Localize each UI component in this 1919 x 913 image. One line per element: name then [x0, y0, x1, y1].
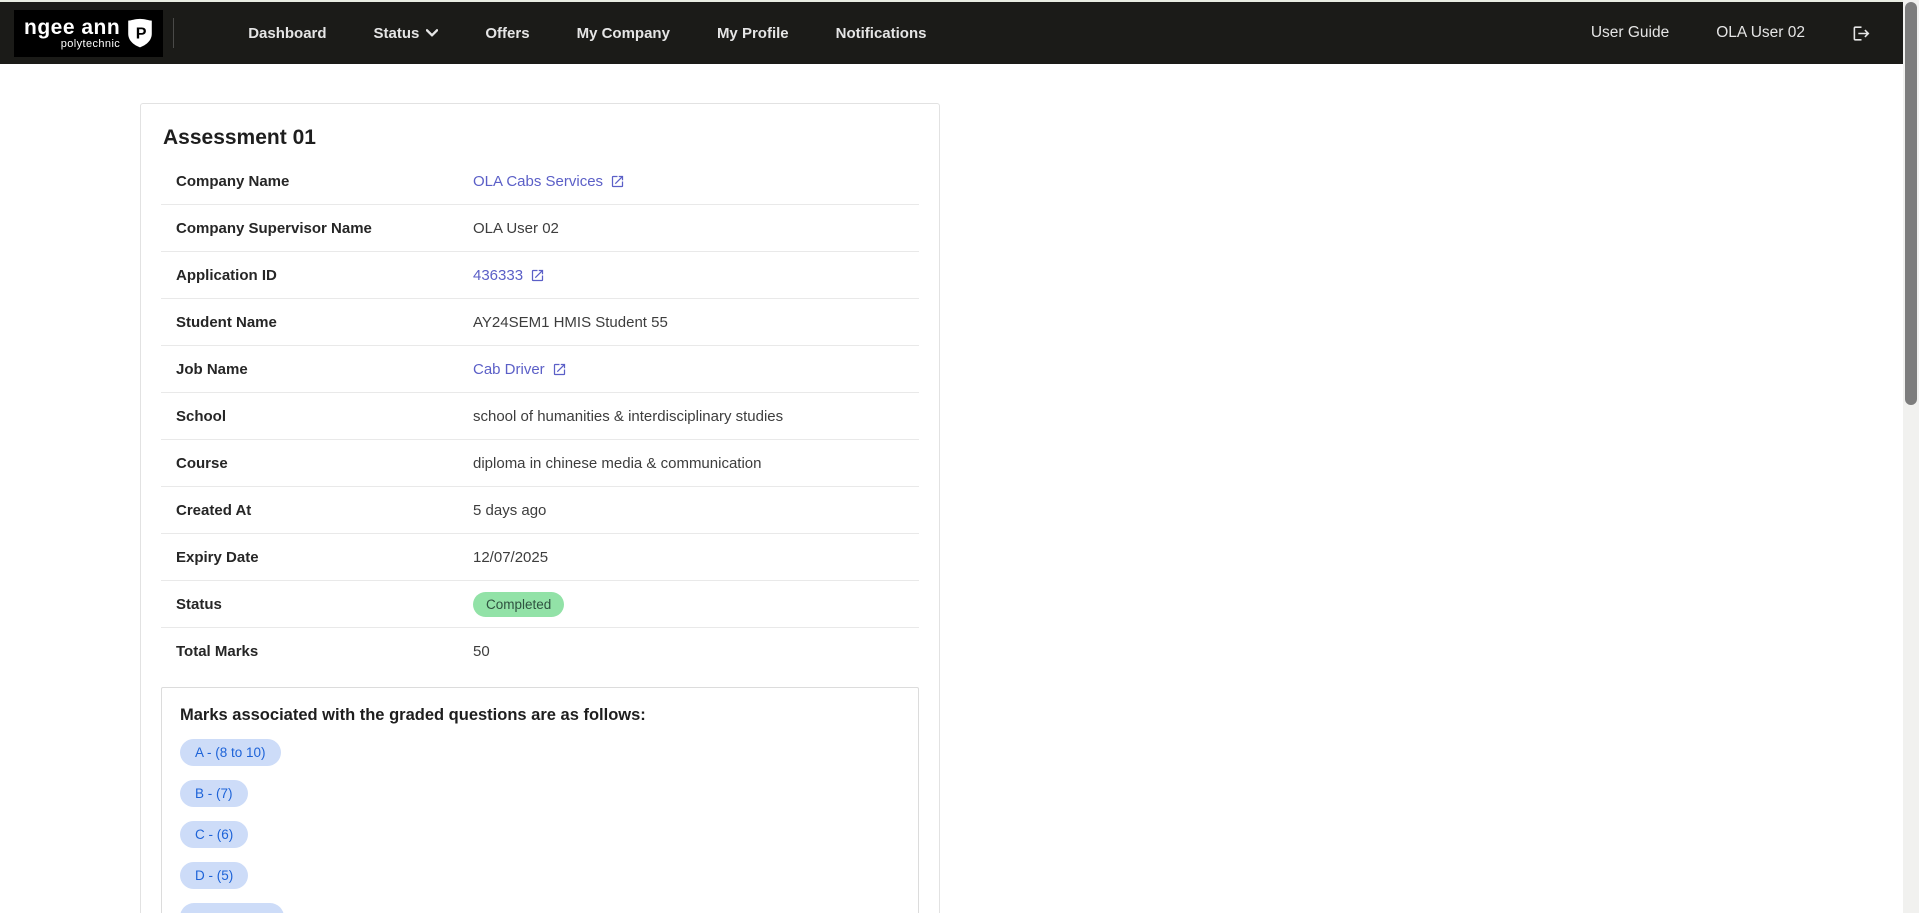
row-label: Company Name — [176, 173, 473, 190]
row-label: Job Name — [176, 361, 473, 378]
row-value: 5 days ago — [473, 502, 546, 519]
table-row-course: Coursediploma in chinese media & communi… — [161, 440, 919, 487]
marks-legend-heading: Marks associated with the graded questio… — [180, 706, 898, 725]
chevron-down-icon — [426, 29, 438, 37]
row-value: 12/07/2025 — [473, 549, 548, 566]
row-value: AY24SEM1 HMIS Student 55 — [473, 314, 668, 331]
row-value: school of humanities & interdisciplinary… — [473, 408, 783, 425]
ngee-ann-logo[interactable]: ngee ann polytechnic P — [14, 10, 163, 57]
mark-pill-partial — [180, 903, 284, 913]
row-label: Company Supervisor Name — [176, 220, 473, 237]
nav-item-notifications[interactable]: Notifications — [836, 25, 927, 42]
row-label: Course — [176, 455, 473, 472]
mark-pill-a-8-to-10: A - (8 to 10) — [180, 739, 281, 766]
table-row-total-marks: Total Marks50 — [161, 628, 919, 675]
table-row-status: StatusCompleted — [161, 581, 919, 628]
row-label: Student Name — [176, 314, 473, 331]
row-label: Created At — [176, 502, 473, 519]
nav-items: Dashboard Status Offers My Company My Profil… — [248, 25, 926, 42]
table-row-expiry-date: Expiry Date12/07/2025 — [161, 534, 919, 581]
np-shield-icon: P — [127, 18, 153, 48]
card-title: Assessment 01 — [163, 126, 919, 150]
nav-right-group: User Guide OLA User 02 — [1591, 24, 1871, 43]
external-link-icon — [530, 268, 545, 283]
row-value-link-cab-driver[interactable]: Cab Driver — [473, 361, 567, 378]
row-value-link-ola-cabs-services[interactable]: OLA Cabs Services — [473, 173, 625, 190]
table-row-school: Schoolschool of humanities & interdiscip… — [161, 393, 919, 440]
nav-item-user-guide[interactable]: User Guide — [1591, 24, 1669, 42]
row-value: OLA User 02 — [473, 220, 559, 237]
assessment-card: Assessment 01 Company NameOLA Cabs Servi… — [140, 103, 940, 913]
row-label: School — [176, 408, 473, 425]
external-link-icon — [610, 174, 625, 189]
nav-item-my-company[interactable]: My Company — [577, 25, 670, 42]
nav-item-offers[interactable]: Offers — [485, 25, 529, 42]
row-label: Total Marks — [176, 643, 473, 660]
nav-item-label: My Profile — [717, 25, 789, 42]
nav-item-status[interactable]: Status — [374, 25, 439, 42]
top-navbar: ngee ann polytechnic P Dashboard Status Of… — [0, 2, 1919, 64]
mark-pill-d-5: D - (5) — [180, 862, 248, 889]
status-badge: Completed — [473, 592, 564, 617]
link-text: OLA Cabs Services — [473, 173, 603, 190]
nav-item-label: Dashboard — [248, 25, 326, 42]
logout-icon[interactable] — [1852, 24, 1871, 43]
row-value: diploma in chinese media & communication — [473, 455, 761, 472]
assessment-detail-table: Company NameOLA Cabs ServicesCompany Sup… — [161, 158, 919, 675]
row-label: Application ID — [176, 267, 473, 284]
vertical-scrollbar-thumb[interactable] — [1905, 2, 1917, 405]
logo-text-line1: ngee ann — [24, 17, 120, 38]
nav-divider — [173, 18, 174, 48]
nav-item-dashboard[interactable]: Dashboard — [248, 25, 326, 42]
svg-text:P: P — [136, 24, 147, 42]
nav-item-label: My Company — [577, 25, 670, 42]
marks-pill-list: A - (8 to 10) B - (7) C - (6) D - (5) — [180, 725, 898, 913]
table-row-application-id: Application ID436333 — [161, 252, 919, 299]
table-row-job-name: Job NameCab Driver — [161, 346, 919, 393]
link-text: Cab Driver — [473, 361, 545, 378]
table-row-student-name: Student NameAY24SEM1 HMIS Student 55 — [161, 299, 919, 346]
row-value: 50 — [473, 643, 490, 660]
logo-text-line2: polytechnic — [61, 39, 120, 50]
page-content: Assessment 01 Company NameOLA Cabs Servi… — [0, 64, 1919, 913]
nav-item-ola-user-02[interactable]: OLA User 02 — [1716, 24, 1805, 42]
link-text: 436333 — [473, 267, 523, 284]
nav-item-label: Status — [374, 25, 420, 42]
vertical-scrollbar-track[interactable] — [1903, 0, 1919, 913]
nav-item-label: Notifications — [836, 25, 927, 42]
table-row-company-supervisor-name: Company Supervisor NameOLA User 02 — [161, 205, 919, 252]
external-link-icon — [552, 362, 567, 377]
nav-item-my-profile[interactable]: My Profile — [717, 25, 789, 42]
mark-pill-c-6: C - (6) — [180, 821, 248, 848]
mark-pill-b-7: B - (7) — [180, 780, 248, 807]
row-label: Status — [176, 596, 473, 613]
table-row-company-name: Company NameOLA Cabs Services — [161, 158, 919, 205]
row-value-link-436333[interactable]: 436333 — [473, 267, 545, 284]
marks-legend-box: Marks associated with the graded questio… — [161, 687, 919, 913]
row-label: Expiry Date — [176, 549, 473, 566]
table-row-created-at: Created At5 days ago — [161, 487, 919, 534]
nav-item-label: Offers — [485, 25, 529, 42]
